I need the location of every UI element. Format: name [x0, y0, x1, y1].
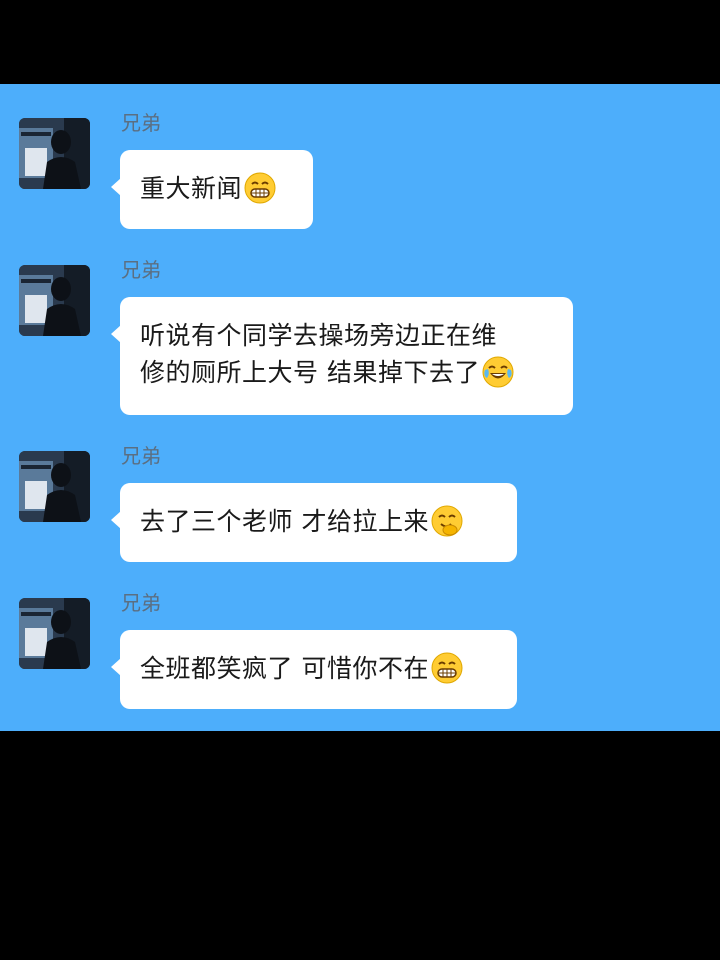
grin-emoji [431, 652, 463, 684]
sender-name: 兄弟 [121, 444, 161, 468]
sender-name: 兄弟 [121, 111, 161, 135]
avatar-image [19, 451, 90, 522]
avatar-image [19, 265, 90, 336]
avatar-image [19, 598, 90, 669]
message-text: 重大新闻 [140, 174, 243, 203]
giggle-emoji [431, 505, 463, 537]
message-bubble[interactable]: 全班都笑疯了 可惜你不在 [111, 630, 517, 709]
avatar[interactable] [19, 598, 90, 669]
message-bubble[interactable]: 重大新闻 [111, 150, 313, 229]
message-bubble[interactable]: 去了三个老师 才给拉上来 [111, 483, 517, 562]
chat-area[interactable]: 兄弟 重大新闻 兄弟 听说有个同学去操场旁边正在维 修的厕所上大号 结果掉下去了… [0, 84, 720, 731]
message-text: 全班都笑疯了 可惜你不在 [140, 654, 429, 683]
message-text-line-2: 修的厕所上大号 结果掉下去了 [140, 358, 480, 387]
sender-name: 兄弟 [121, 591, 161, 615]
avatar[interactable] [19, 118, 90, 189]
avatar[interactable] [19, 265, 90, 336]
screen: 兄弟 重大新闻 兄弟 听说有个同学去操场旁边正在维 修的厕所上大号 结果掉下去了… [0, 0, 720, 960]
avatar[interactable] [19, 451, 90, 522]
message-bubble[interactable]: 听说有个同学去操场旁边正在维 修的厕所上大号 结果掉下去了 [111, 297, 573, 415]
tears-of-joy-emoji [482, 356, 514, 388]
message-text-line-1: 听说有个同学去操场旁边正在维 [140, 321, 498, 350]
sender-name: 兄弟 [121, 258, 161, 282]
avatar-image [19, 118, 90, 189]
grin-emoji [244, 172, 276, 204]
message-text: 去了三个老师 才给拉上来 [140, 507, 429, 536]
